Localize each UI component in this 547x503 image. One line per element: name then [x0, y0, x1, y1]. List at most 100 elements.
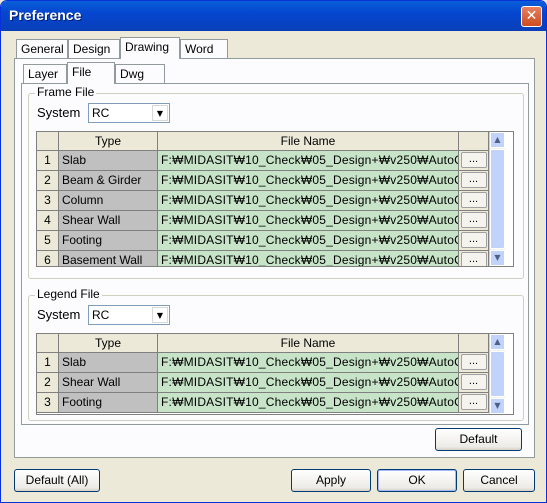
legend-system-label: System — [37, 307, 81, 322]
legend-file-group: Legend File System RC ▼ Type File Name 1 Sl… — [28, 287, 524, 421]
tab-drawing[interactable]: Drawing — [120, 37, 180, 59]
tab-design-label: Design — [73, 42, 111, 56]
row-number: 2 — [37, 373, 59, 393]
tab-general-label: General — [21, 42, 64, 56]
type-cell[interactable]: Shear Wall — [59, 373, 158, 393]
frame-system-label: System — [37, 105, 81, 120]
browse-button[interactable]: ... — [460, 212, 487, 228]
type-cell[interactable]: Column — [59, 191, 158, 211]
browse-cell: ... — [459, 393, 489, 413]
legend-file-grid: Type File Name 1 Slab F:₩MIDASIT₩10_Check₩05… — [36, 333, 514, 415]
subtab-layer-label: Layer — [28, 67, 59, 81]
subtab-dwg[interactable]: Dwg — [115, 64, 165, 84]
file-name-cell[interactable]: F:₩MIDASIT₩10_Check₩05_Design+₩v250₩Auto… — [158, 211, 459, 231]
file-name-cell[interactable]: F:₩MIDASIT₩10_Check₩05_Design+₩v250₩Auto… — [158, 171, 459, 191]
file-name-cell[interactable]: F:₩MIDASIT₩10_Check₩05_Design+₩v250₩Auto… — [158, 151, 459, 171]
row-number: 6 — [37, 251, 59, 266]
cancel-button[interactable]: Cancel — [463, 469, 535, 492]
subtab-dwg-label: Dwg — [120, 67, 145, 81]
file-name-cell[interactable]: F:₩MIDASIT₩10_Check₩05_Design+₩v250₩Auto… — [158, 353, 459, 373]
type-cell[interactable]: Slab — [59, 353, 158, 373]
scroll-up-icon[interactable]: ▲ — [490, 334, 505, 350]
row-number: 3 — [37, 191, 59, 211]
frame-file-grid: Type File Name 1 Slab F:₩MIDASIT₩10_Check₩05… — [36, 131, 514, 267]
apply-button[interactable]: Apply — [291, 469, 371, 492]
scroll-up-icon[interactable]: ▲ — [490, 132, 505, 148]
file-name-cell[interactable]: F:₩MIDASIT₩10_Check₩05_Design+₩v250₩Auto… — [158, 393, 459, 413]
type-cell[interactable]: Footing — [59, 393, 158, 413]
scroll-down-icon[interactable]: ▼ — [490, 250, 505, 266]
scroll-thumb[interactable] — [490, 351, 505, 397]
row-number: 2 — [37, 171, 59, 191]
chevron-down-icon[interactable]: ▼ — [152, 105, 168, 121]
type-cell[interactable]: Slab — [59, 151, 158, 171]
scroll-down-icon[interactable]: ▼ — [490, 398, 505, 414]
column-header-file-name: File Name — [158, 334, 459, 353]
row-number: 1 — [37, 151, 59, 171]
grid-corner — [37, 132, 59, 151]
chevron-down-icon[interactable]: ▼ — [152, 307, 168, 323]
browse-cell: ... — [459, 373, 489, 393]
frame-system-value: RC — [92, 106, 110, 120]
file-name-cell[interactable]: F:₩MIDASIT₩10_Check₩05_Design+₩v250₩Auto… — [158, 231, 459, 251]
browse-cell: ... — [459, 211, 489, 231]
title-bar[interactable]: Preference ✕ — [1, 1, 546, 31]
type-cell[interactable]: Basement Wall — [59, 251, 158, 266]
file-name-cell[interactable]: F:₩MIDASIT₩10_Check₩05_Design+₩v250₩Auto… — [158, 191, 459, 211]
type-cell[interactable]: Footing — [59, 231, 158, 251]
preference-dialog: Preference ✕ General Design Drawing Word… — [0, 0, 547, 503]
row-number: 3 — [37, 393, 59, 413]
type-cell[interactable]: Shear Wall — [59, 211, 158, 231]
file-panel: Frame File System RC ▼ Type File Name 1 Sla… — [21, 83, 529, 425]
subtab-file[interactable]: File — [67, 62, 115, 84]
subtab-file-label: File — [72, 65, 92, 79]
browse-button[interactable]: ... — [460, 172, 487, 188]
legend-system-select[interactable]: RC ▼ — [88, 305, 170, 325]
row-number: 5 — [37, 231, 59, 251]
column-header-browse — [459, 132, 489, 151]
browse-cell: ... — [459, 171, 489, 191]
default-all-button[interactable]: Default (All) — [14, 469, 100, 492]
vertical-scrollbar[interactable]: ▲ ▼ — [489, 334, 505, 414]
tab-design[interactable]: Design — [68, 39, 120, 59]
close-button[interactable]: ✕ — [521, 6, 542, 27]
browse-cell: ... — [459, 151, 489, 171]
browse-cell: ... — [459, 251, 489, 266]
frame-file-group: Frame File System RC ▼ Type File Name 1 Sla… — [28, 85, 524, 279]
scroll-thumb[interactable] — [490, 149, 505, 249]
legend-file-label: Legend File — [35, 287, 102, 301]
browse-cell: ... — [459, 231, 489, 251]
row-number: 1 — [37, 353, 59, 373]
browse-cell: ... — [459, 353, 489, 373]
vertical-scrollbar[interactable]: ▲ ▼ — [489, 132, 505, 266]
legend-system-value: RC — [92, 308, 110, 322]
column-header-file-name: File Name — [158, 132, 459, 151]
default-button[interactable]: Default — [435, 428, 522, 451]
grid-corner — [37, 334, 59, 353]
subtab-layer[interactable]: Layer — [23, 64, 67, 84]
window-title: Preference — [9, 7, 82, 23]
tab-general[interactable]: General — [16, 39, 68, 59]
close-icon: ✕ — [525, 8, 538, 24]
tab-drawing-label: Drawing — [125, 40, 170, 54]
browse-button[interactable]: ... — [460, 374, 487, 390]
frame-system-select[interactable]: RC ▼ — [88, 103, 170, 123]
row-number: 4 — [37, 211, 59, 231]
tab-word[interactable]: Word — [180, 39, 228, 59]
browse-cell: ... — [459, 191, 489, 211]
browse-button[interactable]: ... — [460, 232, 487, 248]
browse-button[interactable]: ... — [460, 192, 487, 208]
column-header-type: Type — [59, 132, 158, 151]
file-name-cell[interactable]: F:₩MIDASIT₩10_Check₩05_Design+₩v250₩Auto… — [158, 373, 459, 393]
column-header-type: Type — [59, 334, 158, 353]
frame-file-label: Frame File — [35, 85, 97, 99]
column-header-browse — [459, 334, 489, 353]
file-name-cell[interactable]: F:₩MIDASIT₩10_Check₩05_Design+₩v250₩Auto… — [158, 251, 459, 266]
browse-button[interactable]: ... — [460, 252, 487, 266]
tab-word-label: Word — [185, 42, 214, 56]
browse-button[interactable]: ... — [460, 152, 487, 168]
ok-button[interactable]: OK — [377, 469, 457, 492]
type-cell[interactable]: Beam & Girder — [59, 171, 158, 191]
browse-button[interactable]: ... — [460, 394, 487, 410]
browse-button[interactable]: ... — [460, 354, 487, 370]
